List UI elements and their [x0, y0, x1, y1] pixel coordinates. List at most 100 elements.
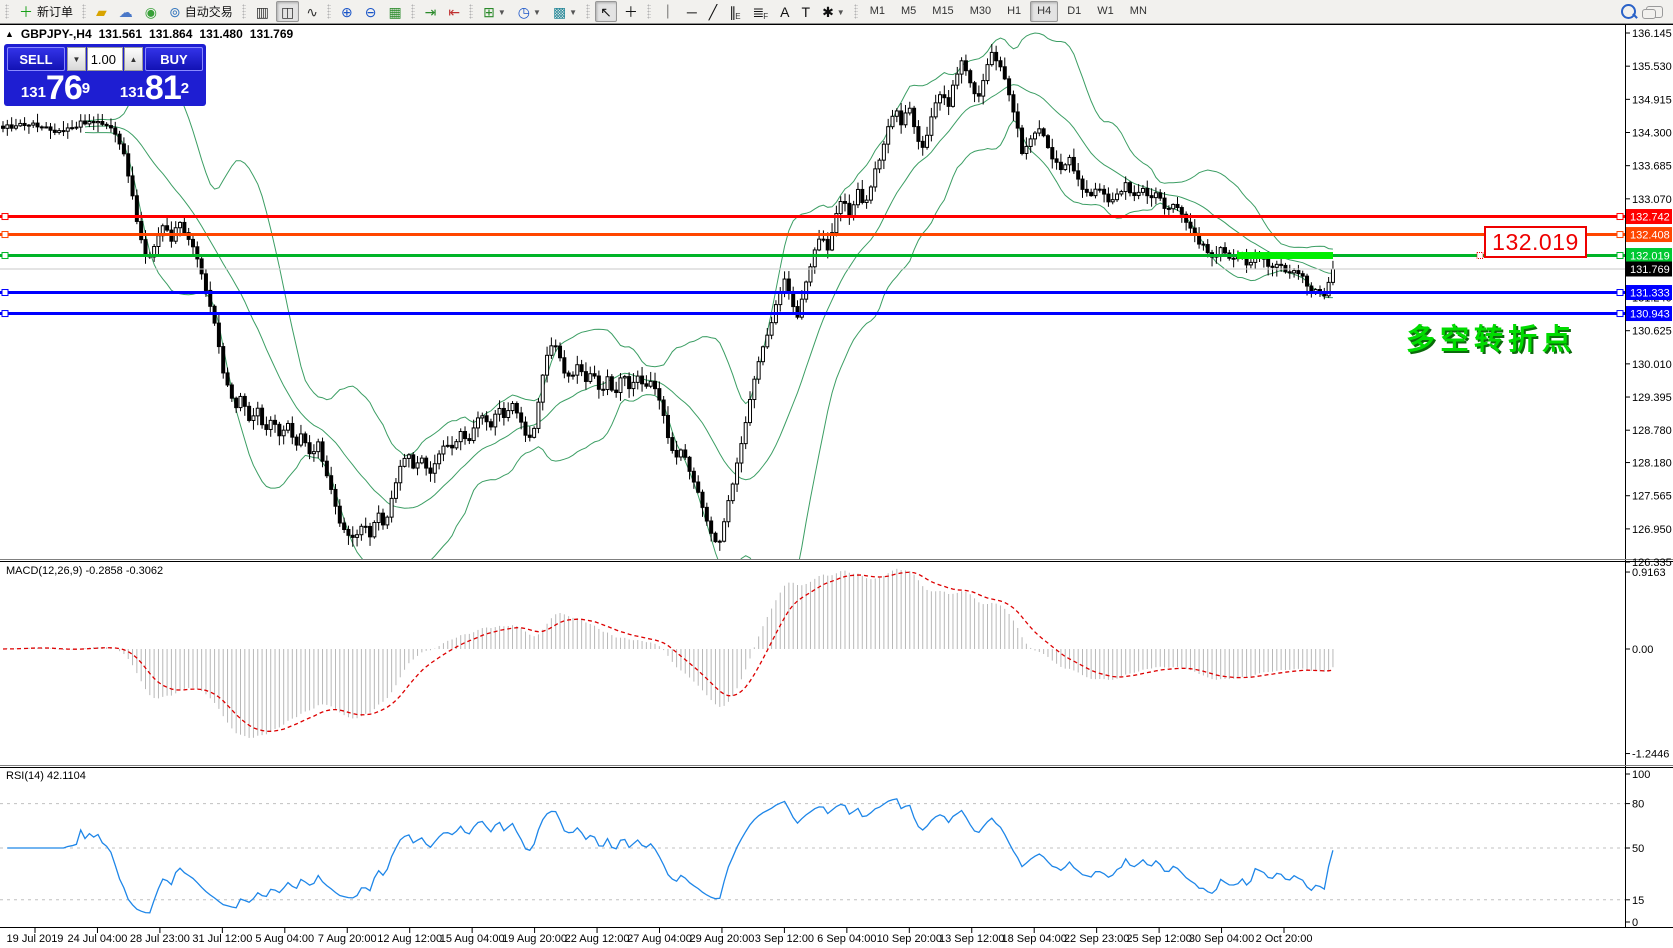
svg-text:134.915: 134.915 [1632, 94, 1672, 106]
chart-canvas[interactable]: 136.145135.530134.915134.300133.685133.0… [0, 0, 1673, 948]
macd-indicator-label: MACD(12,26,9) -0.2858 -0.3062 [6, 565, 163, 577]
highlight-trendline-segment[interactable] [1237, 252, 1333, 259]
svg-text:135.530: 135.530 [1632, 61, 1672, 73]
collapse-quote-icon[interactable]: ▲ [5, 29, 14, 39]
volume-decrease-button[interactable]: ▼ [67, 47, 86, 71]
autotrading-button[interactable]: ⊚自动交易 [164, 1, 238, 22]
auto-scroll-icon: ⇥ [425, 4, 437, 21]
buy-price[interactable]: 131812 [106, 72, 203, 104]
svg-text:31 Jul 12:00: 31 Jul 12:00 [192, 933, 252, 945]
price-callout-box[interactable]: 132.019 [1484, 226, 1587, 258]
search-icon[interactable] [1621, 4, 1636, 19]
volume-input[interactable]: 1.00 [87, 47, 123, 71]
sell-button[interactable]: SELL [7, 47, 65, 71]
svg-text:132.408: 132.408 [1630, 230, 1670, 242]
text-button[interactable]: A [775, 1, 794, 22]
svg-text:22 Sep 23:00: 22 Sep 23:00 [1064, 933, 1129, 945]
bar-chart-button[interactable]: ▥ [251, 1, 274, 22]
toolbar-grip [82, 4, 86, 19]
text-label-button[interactable]: T [797, 1, 816, 22]
chevron-down-icon: ▼ [498, 4, 506, 21]
cursor-button[interactable]: ↖ [595, 1, 617, 22]
toolbar-grip [5, 4, 9, 19]
sell-price[interactable]: 131769 [7, 72, 104, 104]
text-label-icon: T [802, 4, 811, 21]
svg-text:24 Jul 04:00: 24 Jul 04:00 [67, 933, 127, 945]
tf-button-d1[interactable]: D1 [1060, 1, 1088, 22]
metaeditor-button[interactable]: ▰ [91, 1, 112, 22]
toolbar-grip [586, 4, 590, 19]
svg-text:0.00: 0.00 [1632, 644, 1653, 656]
new-chart-button[interactable]: ⊞▼ [478, 1, 511, 22]
zoom-in-button[interactable]: ⊕ [336, 1, 358, 22]
shapes-button[interactable]: ✱▼ [817, 1, 850, 22]
candlestick-chart-button[interactable]: ◫ [276, 1, 299, 22]
zoom-out-button[interactable]: ⊖ [360, 1, 382, 22]
svg-text:2 Oct 20:00: 2 Oct 20:00 [1256, 933, 1313, 945]
vertical-line-button[interactable]: ｜ [656, 1, 680, 22]
svg-text:131.333: 131.333 [1630, 288, 1670, 300]
tf-button-m1[interactable]: M1 [863, 1, 892, 22]
toolbar-grip [647, 4, 651, 19]
volume-increase-button[interactable]: ▲ [124, 47, 143, 71]
quote-open: 131.561 [99, 27, 142, 41]
equidistant-channel-button[interactable]: ∥E [724, 1, 745, 22]
vertical-line-icon: ｜ [661, 4, 675, 21]
quote-low: 131.480 [199, 27, 242, 41]
svg-text:13 Sep 12:00: 13 Sep 12:00 [939, 933, 1004, 945]
svg-text:-1.2446: -1.2446 [1632, 749, 1669, 761]
metaeditor-icon: ▰ [96, 4, 107, 21]
svg-text:80: 80 [1632, 799, 1644, 811]
tile-windows-button[interactable]: ▦ [383, 1, 406, 22]
line-anchor-handle[interactable] [1477, 253, 1483, 259]
chart-quote-header[interactable]: ▲ GBPJPY-,H4 131.561 131.864 131.480 131… [5, 27, 293, 41]
indicators-icon: ▩ [553, 4, 566, 21]
shapes-icon: ✱ [822, 4, 834, 21]
one-click-trading-panel: SELL ▼ 1.00 ▲ BUY 131769 131812 [4, 44, 206, 106]
tf-button-h4[interactable]: H4 [1030, 1, 1058, 22]
tf-button-w1[interactable]: W1 [1090, 1, 1121, 22]
svg-text:10 Sep 20:00: 10 Sep 20:00 [877, 933, 942, 945]
profile-cloud-button[interactable]: ☁ [114, 1, 138, 22]
svg-text:128.180: 128.180 [1632, 458, 1672, 470]
chat-icon[interactable] [1646, 6, 1663, 18]
svg-text:127.565: 127.565 [1632, 491, 1672, 503]
chevron-down-icon: ▼ [533, 4, 541, 21]
chart-shift-button[interactable]: ⇤ [443, 1, 465, 22]
signals-button[interactable]: ◉ [140, 1, 162, 22]
crosshair-button[interactable]: ＋ [619, 1, 643, 22]
svg-text:126.950: 126.950 [1632, 524, 1672, 536]
trendline-button[interactable]: ╱ [704, 1, 722, 22]
tf-button-m30[interactable]: M30 [963, 1, 998, 22]
fibonacci-button[interactable]: ≣F [748, 1, 774, 22]
turning-point-annotation[interactable]: 多空转折点 [1406, 316, 1576, 358]
buy-button[interactable]: BUY [145, 47, 203, 71]
horizontal-line-button[interactable]: ─ [682, 1, 702, 22]
toolbar-grip [469, 4, 473, 19]
zoom-out-icon: ⊖ [365, 4, 377, 21]
svg-text:131.769: 131.769 [1630, 264, 1670, 276]
tf-button-mn[interactable]: MN [1123, 1, 1154, 22]
svg-text:7 Aug 20:00: 7 Aug 20:00 [318, 933, 377, 945]
tf-button-h1[interactable]: H1 [1000, 1, 1028, 22]
line-chart-button[interactable]: ∿ [301, 1, 323, 22]
profiles-button[interactable]: ◷▼ [513, 1, 546, 22]
svg-text:29 Aug 20:00: 29 Aug 20:00 [690, 933, 755, 945]
svg-text:12 Aug 12:00: 12 Aug 12:00 [377, 933, 442, 945]
tf-button-m15[interactable]: M15 [925, 1, 960, 22]
svg-text:133.685: 133.685 [1632, 161, 1672, 173]
toolbar-grip [411, 4, 415, 19]
new-order-button[interactable]: ＋新订单 [14, 1, 78, 22]
svg-text:15 Aug 04:00: 15 Aug 04:00 [440, 933, 505, 945]
tf-button-m5[interactable]: M5 [894, 1, 923, 22]
indicators-button[interactable]: ▩▼ [548, 1, 582, 22]
sell-price-small: 131 [21, 83, 46, 103]
svg-text:5 Aug 04:00: 5 Aug 04:00 [255, 933, 314, 945]
new-order-button: ＋ [19, 4, 33, 21]
svg-text:15: 15 [1632, 895, 1644, 907]
svg-text:18 Sep 04:00: 18 Sep 04:00 [1001, 933, 1066, 945]
autotrading-button: ⊚ [169, 4, 181, 21]
auto-scroll-button[interactable]: ⇥ [420, 1, 442, 22]
new-order-button-label: 新订单 [37, 4, 73, 21]
symbol-timeframe: GBPJPY-,H4 [21, 27, 92, 41]
